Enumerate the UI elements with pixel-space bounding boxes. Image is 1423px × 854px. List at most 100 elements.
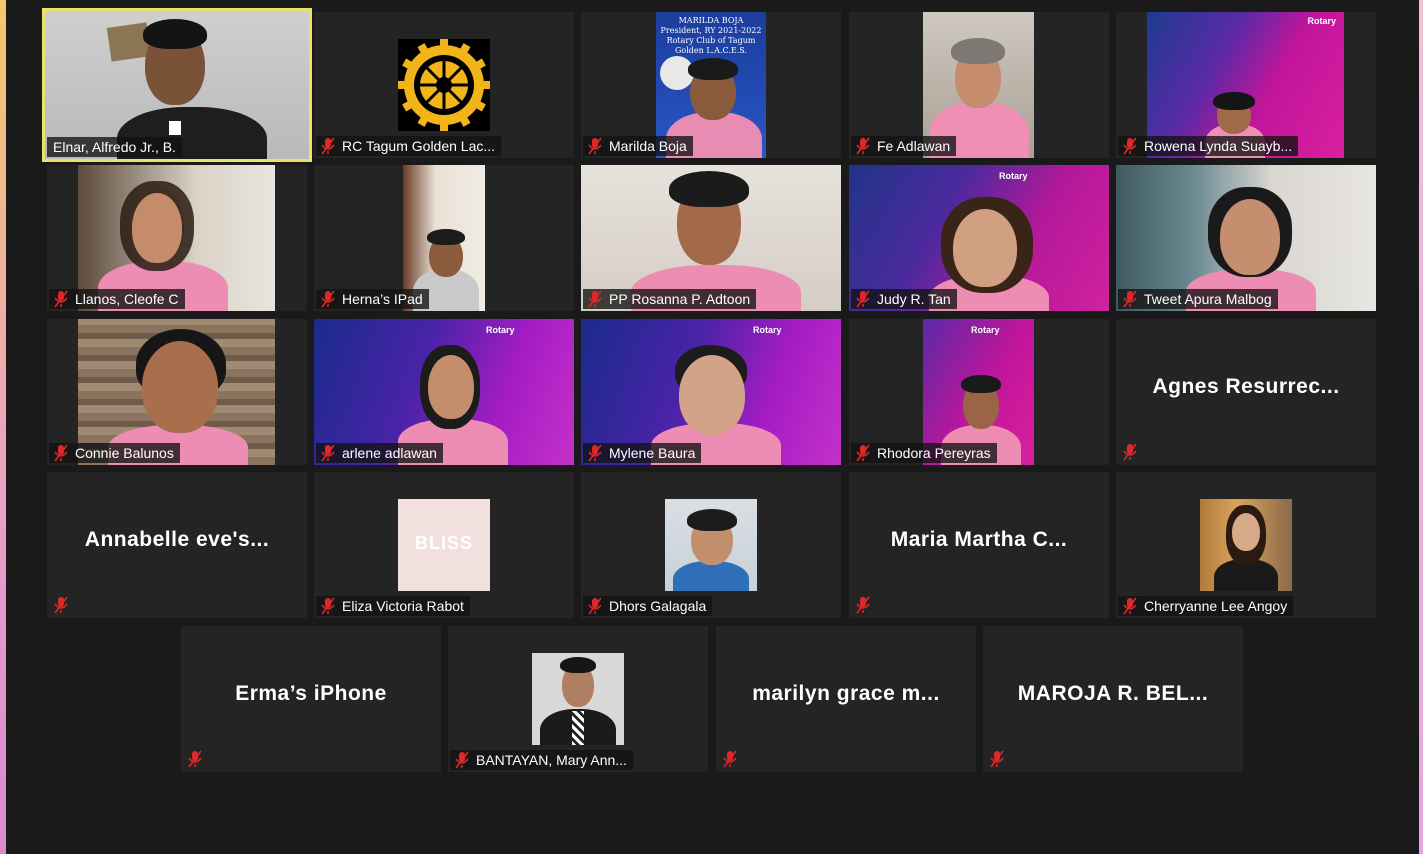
mic-muted-icon — [321, 137, 335, 155]
video-tile[interactable]: Dhors Galagala — [581, 472, 841, 618]
face — [132, 193, 182, 263]
participant-name-label: RC Tagum Golden Lac... — [316, 136, 502, 156]
participant-name-label: Cherryanne Lee Angoy — [1118, 596, 1294, 616]
face — [1232, 513, 1260, 551]
hair — [143, 19, 207, 49]
hair — [688, 58, 738, 80]
participant-name-label: Judy R. Tan — [851, 289, 957, 309]
mic-muted-icon — [1123, 290, 1137, 308]
mic-muted-icon — [455, 751, 469, 769]
participant-display-name: Maria Martha C... — [890, 528, 1068, 551]
mic-muted-icon — [1123, 137, 1137, 155]
hair — [687, 509, 737, 531]
video-tile[interactable]: RC Tagum Golden Lac... — [314, 12, 574, 158]
video-tile[interactable]: BLISS Eliza Victoria Rabot — [314, 472, 574, 618]
participant-name-label: Mylene Baura — [583, 443, 702, 463]
mic-muted-icon — [1123, 443, 1137, 461]
video-tile[interactable]: Connie Balunos — [47, 319, 307, 465]
video-tile[interactable]: Erma’s iPhone — [181, 626, 441, 772]
video-tile[interactable]: Annabelle eve's... — [47, 472, 307, 618]
participant-name-label: Marilda Boja — [583, 136, 693, 156]
rotary-wheel-icon — [398, 39, 490, 131]
video-tile[interactable]: Cherryanne Lee Angoy — [1116, 472, 1376, 618]
participant-display-name: Agnes Resurrec... — [1152, 375, 1340, 398]
video-tile[interactable]: Rotary arlene adlawan — [314, 319, 574, 465]
participant-name-label: arlene adlawan — [316, 443, 443, 463]
mic-muted-icon — [588, 137, 602, 155]
video-tile[interactable]: Maria Martha C... — [849, 472, 1109, 618]
profile-picture: BLISS — [398, 499, 490, 591]
video-tile[interactable]: Tweet Apura Malbog — [1116, 165, 1376, 311]
video-tile[interactable]: Rotary Mylene Baura — [581, 319, 841, 465]
participant-name-label: Eliza Victoria Rabot — [316, 596, 470, 616]
rotary-brand-text: Rotary — [486, 325, 515, 335]
participant-name-label: Elnar, Alfredo Jr., B. — [47, 137, 182, 157]
video-tile[interactable]: marilyn grace m... — [716, 626, 976, 772]
hair — [1213, 92, 1255, 110]
mic-muted-icon — [54, 444, 68, 462]
rotary-brand-text: Rotary — [971, 325, 1000, 335]
video-tile[interactable]: MARILDA BOJA President, RY 2021-2022 Rot… — [581, 12, 841, 158]
face — [142, 341, 218, 433]
video-tile[interactable]: Agnes Resurrec... — [1116, 319, 1376, 465]
mic-muted-icon — [1123, 597, 1137, 615]
face — [1220, 199, 1280, 275]
profile-picture — [532, 653, 624, 745]
video-tile[interactable]: PP Rosanna P. Adtoon — [581, 165, 841, 311]
participant-name-label: Connie Balunos — [49, 443, 180, 463]
video-tile[interactable]: Llanos, Cleofe C — [47, 165, 307, 311]
mic-muted-icon — [188, 750, 202, 768]
rotary-brand-text: Rotary — [753, 325, 782, 335]
mic-muted-icon — [321, 597, 335, 615]
video-tile-active-speaker[interactable]: Elnar, Alfredo Jr., B. — [42, 8, 312, 162]
mic-muted-icon — [990, 750, 1004, 768]
body — [673, 561, 749, 591]
participant-name-label: Rhodora Pereyras — [851, 443, 997, 463]
mic-muted-icon — [856, 137, 870, 155]
participant-display-name: Annabelle eve's... — [84, 528, 270, 551]
rotary-brand-text: Rotary — [1307, 16, 1336, 26]
mic-muted-icon — [54, 290, 68, 308]
hair — [669, 171, 749, 207]
mic-muted-icon — [321, 290, 335, 308]
mic-muted-icon — [588, 597, 602, 615]
participant-name-label: PP Rosanna P. Adtoon — [583, 289, 757, 309]
participant-name-label: Fe Adlawan — [851, 136, 957, 156]
hair — [560, 657, 596, 673]
face — [428, 355, 474, 419]
participant-display-name: Erma’s iPhone — [235, 682, 387, 705]
participant-name-label: Tweet Apura Malbog — [1118, 289, 1278, 309]
video-tile[interactable]: Rotary Rowena Lynda Suayb... — [1116, 12, 1376, 158]
hair — [427, 229, 465, 245]
mic-muted-icon — [856, 444, 870, 462]
gallery-view: Elnar, Alfredo Jr., B. RC Tagum Golden L… — [6, 0, 1419, 854]
banner-text: MARILDA BOJA President, RY 2021-2022 Rot… — [660, 16, 762, 55]
hair — [961, 375, 1001, 393]
mic-muted-icon — [588, 444, 602, 462]
mic-muted-icon — [321, 444, 335, 462]
profile-picture — [665, 499, 757, 591]
mic-muted-icon — [588, 290, 602, 308]
video-tile[interactable]: Fe Adlawan — [849, 12, 1109, 158]
participant-name-label: Rowena Lynda Suayb... — [1118, 136, 1299, 156]
clerical-collar — [169, 121, 181, 135]
video-tile[interactable]: Rotary Rhodora Pereyras — [849, 319, 1109, 465]
hair — [951, 38, 1005, 64]
profile-picture — [1200, 499, 1292, 591]
face — [679, 355, 745, 435]
participant-name-label: Dhors Galagala — [583, 596, 713, 616]
participant-name-label: Llanos, Cleofe C — [49, 289, 185, 309]
video-tile[interactable]: MAROJA R. BEL... — [983, 626, 1243, 772]
mic-muted-icon — [856, 596, 870, 614]
video-tile[interactable]: Herna’s IPad — [314, 165, 574, 311]
participant-display-name: marilyn grace m... — [752, 682, 940, 705]
participant-display-name: MAROJA R. BEL... — [1017, 682, 1209, 705]
video-tile[interactable]: Rotary Judy R. Tan — [849, 165, 1109, 311]
mic-muted-icon — [54, 596, 68, 614]
face — [953, 209, 1017, 287]
video-tile[interactable]: BANTAYAN, Mary Ann... — [448, 626, 708, 772]
rotary-brand-text: Rotary — [999, 171, 1028, 181]
participant-name-label: BANTAYAN, Mary Ann... — [450, 750, 633, 770]
mic-muted-icon — [723, 750, 737, 768]
window-frame-right — [1419, 0, 1423, 854]
